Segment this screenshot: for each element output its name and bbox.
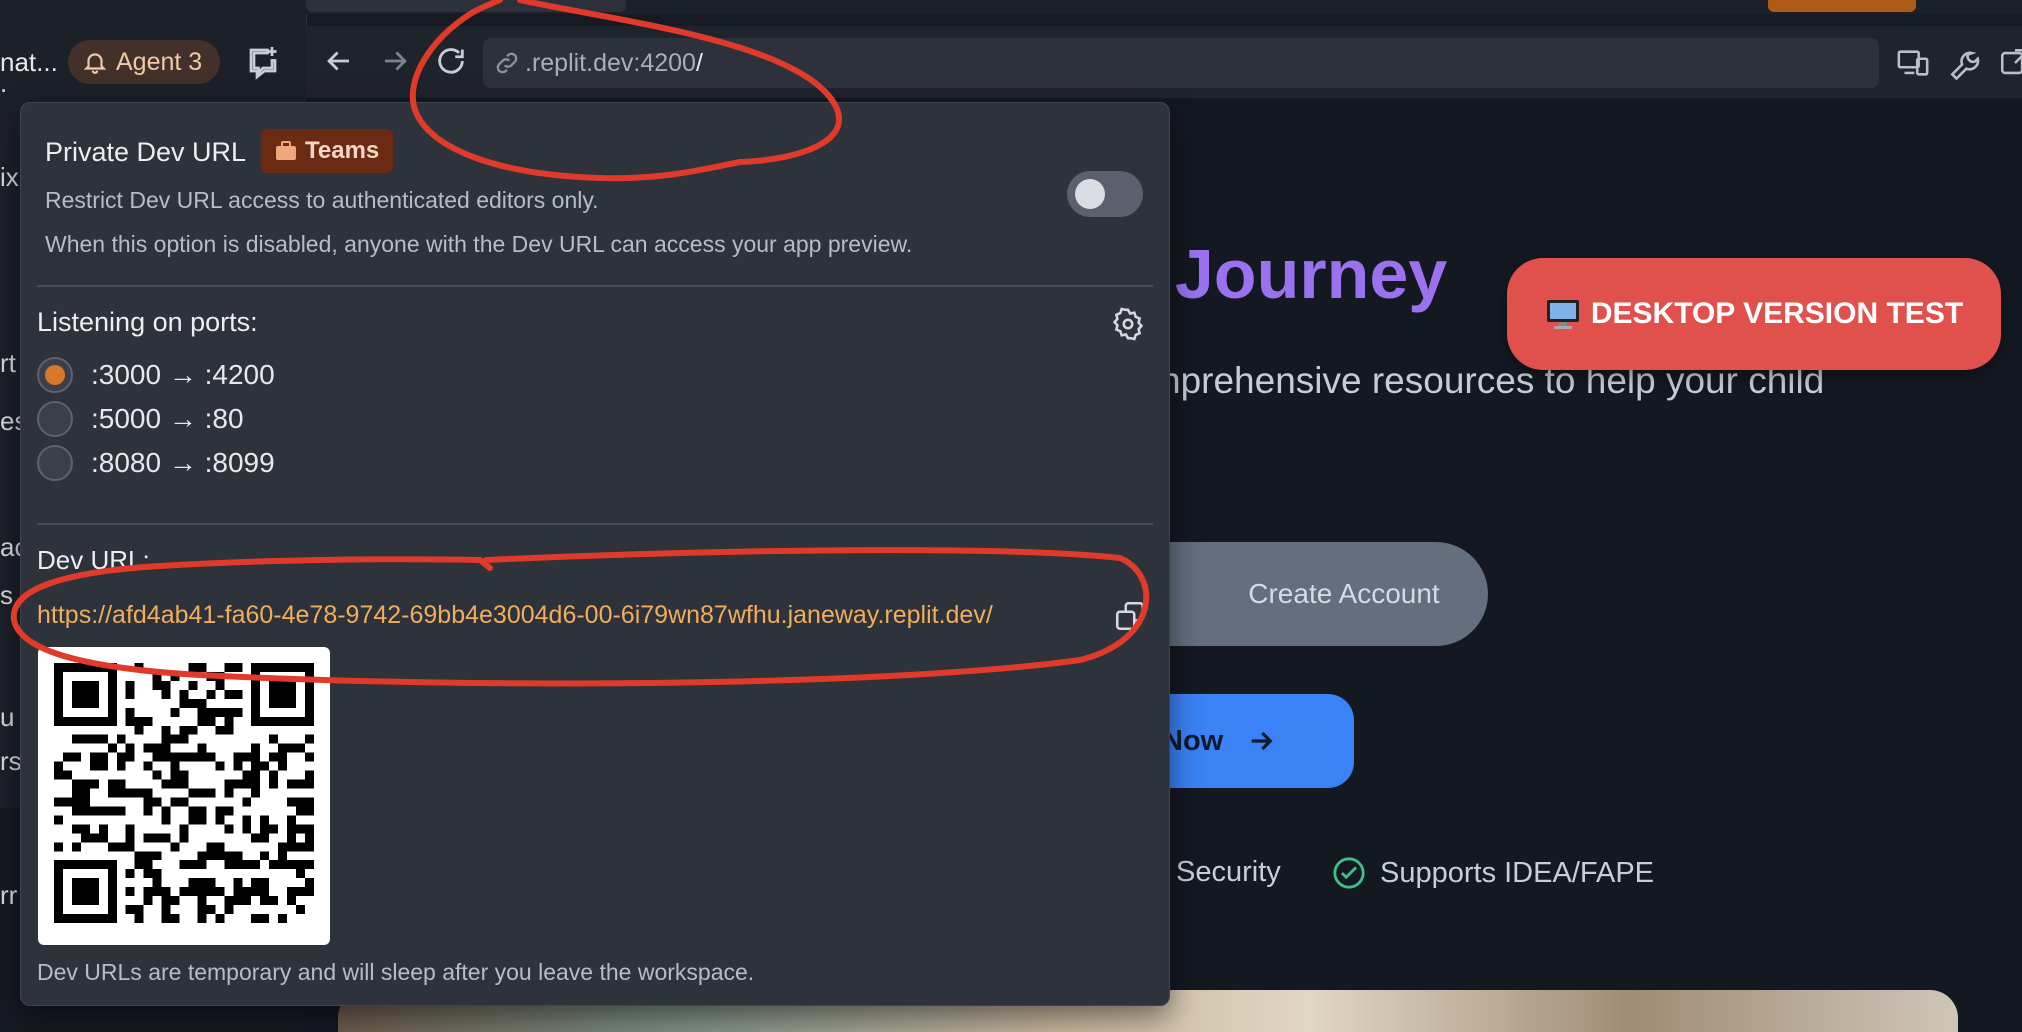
workspace-top-bar [306,0,2022,14]
port-option-5000[interactable]: :5000 → :80 [37,401,244,437]
private-url-description: Restrict Dev URL access to authenticated… [45,187,599,213]
port-label: :5000 → :80 [91,403,244,434]
private-dev-url-title: Private Dev URL [45,137,247,167]
port-option-8080[interactable]: :8080 → :8099 [37,445,275,481]
feature-idea-fape: Supports IDEA/FAPE [1332,856,1654,890]
agent-version-pill[interactable]: Agent 3 [68,40,221,84]
port-label: :8080 → :8099 [91,447,275,478]
feature-security: Security [1176,856,1281,889]
radio-unselected[interactable] [37,401,73,437]
toggle-knob [1075,179,1105,209]
check-circle-icon [1333,857,1365,889]
port-label: :3000 → :4200 [91,359,275,390]
feature-label: Supports IDEA/FAPE [1380,856,1655,889]
run-button-stub[interactable] [1768,0,1916,12]
feature-label: Security [1176,856,1281,888]
new-chat-icon[interactable] [245,44,281,80]
sidebar-text-fragment: u [0,702,15,732]
back-arrow-icon[interactable] [322,44,356,78]
port-option-3000[interactable]: :3000 → :4200 [37,357,275,393]
divider [37,285,1153,287]
arrow-right-icon [1251,731,1273,751]
qr-code-image [54,663,314,923]
dev-url-label: Dev URL: [37,545,150,575]
radio-unselected[interactable] [37,445,73,481]
dev-url-footer-note: Dev URLs are temporary and will sleep af… [37,959,755,985]
bell-icon [83,53,107,74]
sidebar-text-fragment: rr [0,880,18,910]
divider [37,523,1153,525]
banner-label: DESKTOP VERSION TEST [1590,297,1964,330]
sidebar-text-fragment: . [0,68,8,98]
url-bar[interactable]: .replit.dev:4200/ [483,38,1879,88]
copy-icon[interactable] [1113,599,1147,633]
sidebar-text-fragment: rs [0,746,22,776]
qr-code [38,647,330,945]
sidebar-text-fragment: s [0,580,13,610]
forward-arrow-icon[interactable] [378,44,412,78]
link-icon [496,52,518,74]
listening-ports-title: Listening on ports: [37,307,258,337]
desktop-computer-icon [1546,300,1579,329]
private-url-toggle[interactable] [1067,171,1143,217]
briefcase-icon [276,141,296,160]
dev-url-popover: Private Dev URL Teams Restrict Dev URL a… [20,102,1170,1006]
reload-icon[interactable] [434,44,468,78]
open-new-tab-icon[interactable] [1998,46,2022,80]
wrench-icon[interactable] [1948,46,1982,80]
private-url-note: When this option is disabled, anyone wit… [45,231,913,257]
tab-stub[interactable] [306,0,626,12]
radio-selected[interactable] [37,357,73,393]
chat-tab-title[interactable]: nat... [0,47,58,78]
sidebar-text-fragment: rt [0,348,16,378]
teams-label: Teams [305,137,380,164]
url-text: .replit.dev:4200/ [525,48,703,77]
device-preview-icon[interactable] [1896,46,1930,80]
teams-badge: Teams [261,129,394,173]
get-started-label: Now [1162,724,1224,757]
desktop-version-banner: DESKTOP VERSION TEST [1507,258,2001,370]
sidebar-text-fragment: ix [0,162,19,192]
dev-url-link[interactable]: https://afd4ab41-fa60-4e78-9742-69bb4e30… [37,601,993,630]
gear-icon[interactable] [1111,307,1145,341]
agent-version-label: Agent 3 [116,47,203,76]
create-account-button[interactable]: Create Account [1120,542,1488,646]
